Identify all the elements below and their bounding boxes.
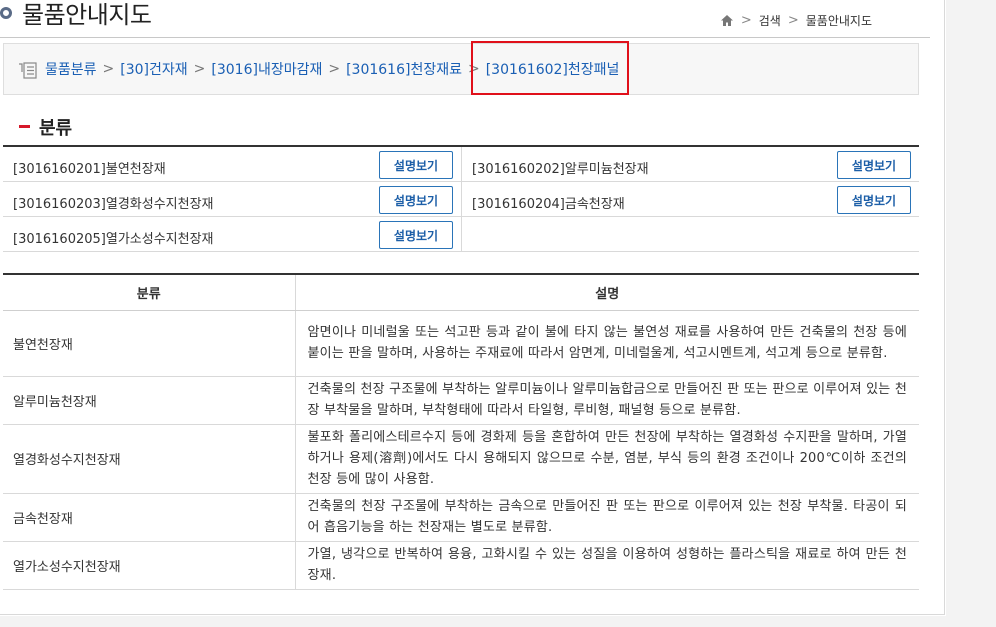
category-row: [3016160201]불연천장재 설명보기 [3016160202]알루미늄천… xyxy=(3,147,919,182)
view-description-button[interactable]: 설명보기 xyxy=(837,151,911,179)
category-label: [3016160204]금속천장재 xyxy=(472,197,625,212)
category-cell: [3016160202]알루미늄천장재 설명보기 xyxy=(461,147,919,181)
path-item-level2[interactable]: [3016]내장마감재 xyxy=(211,59,322,79)
category-grid: [3016160201]불연천장재 설명보기 [3016160202]알루미늄천… xyxy=(3,145,919,252)
breadcrumb: > 검색 > 물품안내지도 xyxy=(720,12,872,29)
table-header-row: 분류 설명 xyxy=(3,274,919,311)
view-description-button[interactable]: 설명보기 xyxy=(379,151,453,179)
view-description-button[interactable]: 설명보기 xyxy=(379,186,453,214)
category-label: [3016160201]불연천장재 xyxy=(13,162,166,177)
path-item-root[interactable]: 물품분류 xyxy=(45,59,97,79)
row-description: 건축물의 천장 구조물에 부착하는 금속으로 만들어진 판 또는 판으로 이루어… xyxy=(295,493,919,542)
column-header-category: 분류 xyxy=(3,274,296,311)
column-header-description: 설명 xyxy=(295,274,919,311)
path-separator: > xyxy=(193,61,206,77)
category-cell: [3016160203]열경화성수지천장재 설명보기 xyxy=(3,182,461,216)
section-marker-icon xyxy=(19,125,30,128)
table-row: 열가소성수지천장재 가열, 냉각으로 반복하여 용융, 고화시킬 수 있는 성질… xyxy=(3,541,919,590)
page-title: 물품안내지도 xyxy=(22,1,152,29)
highlight-box xyxy=(471,41,629,95)
path-item-level1[interactable]: [30]건자재 xyxy=(120,59,187,79)
category-cell: [3016160205]열가소성수지천장재 설명보기 xyxy=(3,217,461,251)
view-description-button[interactable]: 설명보기 xyxy=(379,221,453,249)
breadcrumb-item-search[interactable]: 검색 xyxy=(759,12,781,29)
category-label: [3016160205]열가소성수지천장재 xyxy=(13,232,214,247)
header-divider xyxy=(0,37,930,38)
row-category: 열경화성수지천장재 xyxy=(3,424,296,494)
table-row: 금속천장재 건축물의 천장 구조물에 부착하는 금속으로 만들어진 판 또는 판… xyxy=(3,493,919,542)
breadcrumb-separator: > xyxy=(787,13,799,28)
row-category: 알루미늄천장재 xyxy=(3,376,296,425)
view-description-button[interactable]: 설명보기 xyxy=(837,186,911,214)
description-table: 분류 설명 불연천장재 암면이나 미네럴울 또는 석고판 등과 같이 불에 타지… xyxy=(3,273,919,590)
row-category: 불연천장재 xyxy=(3,310,296,377)
category-cell: [3016160204]금속천장재 설명보기 xyxy=(461,182,919,216)
row-description: 건축물의 천장 구조물에 부착하는 알루미늄이나 알루미늄합금으로 만들어진 판… xyxy=(295,376,919,425)
row-description: 가열, 냉각으로 반복하여 용융, 고화시킬 수 있는 성질을 이용하여 성형하… xyxy=(295,541,919,590)
home-icon[interactable] xyxy=(720,14,734,27)
row-description: 불포화 폴리에스테르수지 등에 경화제 등을 혼합하여 만든 천장에 부착하는 … xyxy=(295,424,919,494)
page-gutter-right xyxy=(946,0,996,627)
list-tree-icon xyxy=(18,60,38,80)
breadcrumb-item-current: 물품안내지도 xyxy=(805,14,872,28)
category-label: [3016160202]알루미늄천장재 xyxy=(472,162,649,177)
path-separator: > xyxy=(328,61,341,77)
table-row: 알루미늄천장재 건축물의 천장 구조물에 부착하는 알루미늄이나 알루미늄합금으… xyxy=(3,376,919,425)
circle-bullet-icon xyxy=(0,7,12,19)
breadcrumb-separator: > xyxy=(740,13,752,28)
path-item-level3[interactable]: [301616]천장재료 xyxy=(346,59,462,79)
content-panel: 물품안내지도 > 검색 > 물품안내지도 물품분류 > [30]건자재 > [3… xyxy=(0,0,945,615)
category-cell-empty xyxy=(461,217,919,251)
table-row: 열경화성수지천장재 불포화 폴리에스테르수지 등에 경화제 등을 혼합하여 만든… xyxy=(3,424,919,494)
path-separator: > xyxy=(102,61,115,77)
classification-path-box: 물품분류 > [30]건자재 > [3016]내장마감재 > [301616]천… xyxy=(3,43,919,95)
category-row: [3016160205]열가소성수지천장재 설명보기 xyxy=(3,217,919,252)
category-label: [3016160203]열경화성수지천장재 xyxy=(13,197,214,212)
row-category: 금속천장재 xyxy=(3,493,296,542)
category-cell: [3016160201]불연천장재 설명보기 xyxy=(3,147,461,181)
table-row: 불연천장재 암면이나 미네럴울 또는 석고판 등과 같이 불에 타지 않는 불연… xyxy=(3,310,919,377)
row-category: 열가소성수지천장재 xyxy=(3,541,296,590)
section-title: 분류 xyxy=(39,118,73,139)
page-gutter-bottom xyxy=(0,616,946,627)
category-row: [3016160203]열경화성수지천장재 설명보기 [3016160204]금… xyxy=(3,182,919,217)
row-description: 암면이나 미네럴울 또는 석고판 등과 같이 불에 타지 않는 불연성 재료를 … xyxy=(295,310,919,377)
